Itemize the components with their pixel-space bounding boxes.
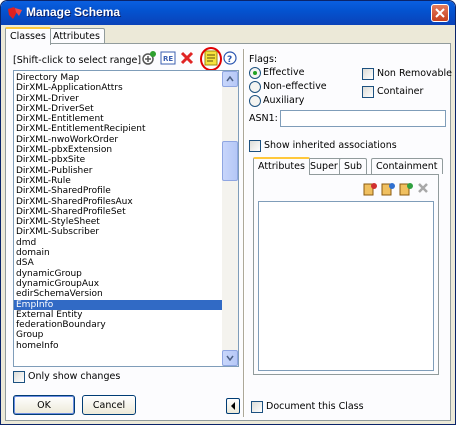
non-effective-radio[interactable] — [249, 81, 261, 93]
classes-pane: [Shift-click to select range] RE ? Direc… — [5, 43, 453, 421]
class-list-item[interactable]: DirXML-DriverSet — [14, 104, 222, 114]
triangle-left-icon — [231, 402, 235, 410]
edit-attribute-button[interactable] — [398, 181, 414, 197]
class-list-item[interactable]: dmd — [14, 238, 222, 248]
selection-hint: [Shift-click to select range] — [13, 55, 142, 66]
attributes-list[interactable] — [258, 201, 434, 371]
class-list-item[interactable]: Group — [14, 330, 222, 340]
class-list-item[interactable]: DirXML-StyleSheet — [14, 217, 222, 227]
collapse-panel-button[interactable] — [226, 398, 240, 414]
effective-label: Effective — [263, 67, 305, 78]
ok-button[interactable]: OK — [13, 395, 75, 415]
rename-class-icon: RE — [160, 51, 176, 65]
manage-schema-dialog: Manage Schema Classes Attributes [Shift-… — [0, 0, 456, 425]
class-list-item[interactable]: DirXML-EntitlementRecipient — [14, 124, 222, 134]
class-list-item[interactable]: DirXML-nwoWorkOrder — [14, 135, 222, 145]
close-button[interactable] — [431, 4, 449, 22]
class-list-item[interactable]: EmpInfo — [14, 299, 222, 310]
class-list-item[interactable]: External Entity — [14, 310, 222, 320]
subtab-containment[interactable]: Containment — [371, 158, 443, 174]
title-bar[interactable]: Manage Schema — [1, 1, 455, 25]
panel-divider — [243, 49, 245, 417]
svg-text:RE: RE — [163, 55, 173, 63]
class-list-item[interactable]: dynamicGroup — [14, 269, 222, 279]
remove-attribute-icon — [418, 183, 428, 193]
svg-text:?: ? — [227, 55, 232, 65]
non-effective-label: Non-effective — [263, 81, 327, 92]
class-list-item[interactable]: DirXML-pbxExtension — [14, 145, 222, 155]
show-inherited-label: Show inherited associations — [264, 140, 397, 151]
chevron-up-icon — [226, 76, 234, 82]
effective-radio[interactable] — [249, 67, 261, 79]
container-checkbox[interactable] — [362, 86, 374, 98]
subtab-attributes[interactable]: Attributes — [253, 157, 310, 175]
remove-attribute-button[interactable] — [416, 181, 432, 197]
document-class-label: Document this Class — [266, 401, 364, 412]
help-icon: ? — [223, 51, 237, 65]
class-list-item[interactable]: edirSchemaVersion — [14, 289, 222, 299]
class-list-item[interactable]: dynamicGroupAux — [14, 279, 222, 289]
delete-class-button[interactable] — [178, 49, 196, 67]
class-list-item[interactable]: DirXML-Entitlement — [14, 114, 222, 124]
scroll-down-button[interactable] — [222, 350, 238, 366]
auxiliary-radio[interactable] — [249, 95, 261, 107]
class-list-item[interactable]: DirXML-Subscriber — [14, 227, 222, 237]
class-list-item[interactable]: DirXML-SharedProfilesAux — [14, 197, 222, 207]
non-removable-checkbox[interactable] — [362, 68, 374, 80]
asn1-label: ASN1: — [249, 113, 278, 124]
class-list-item[interactable]: DirXML-Rule — [14, 176, 222, 186]
rename-class-button[interactable]: RE — [159, 49, 177, 67]
class-list-item[interactable]: federationBoundary — [14, 320, 222, 330]
cancel-button[interactable]: Cancel — [82, 395, 136, 415]
class-list-item[interactable]: DirXML-SharedProfileSet — [14, 207, 222, 217]
copy-attribute-icon — [381, 183, 395, 196]
class-list-scrollbar[interactable] — [222, 71, 238, 366]
scroll-up-button[interactable] — [222, 71, 238, 87]
tab-attributes[interactable]: Attributes — [48, 28, 105, 44]
add-attribute-button[interactable] — [362, 181, 378, 197]
class-list-item[interactable]: domain — [14, 248, 222, 258]
window-title: Manage Schema — [26, 5, 121, 19]
only-show-changes-label: Only show changes — [28, 371, 121, 382]
close-icon — [435, 8, 445, 18]
copy-attribute-button[interactable] — [380, 181, 396, 197]
scroll-thumb[interactable] — [222, 141, 238, 181]
container-label: Container — [377, 86, 424, 97]
class-list-item[interactable]: DirXML-ApplicationAttrs — [14, 83, 222, 93]
only-show-changes-checkbox[interactable] — [13, 371, 25, 383]
highlight-circle — [200, 47, 222, 71]
class-list-item[interactable]: DirXML-Driver — [14, 94, 222, 104]
document-class-checkbox[interactable] — [251, 401, 263, 413]
help-button[interactable]: ? — [221, 49, 239, 67]
non-removable-label: Non Removable — [377, 68, 453, 79]
class-list-item[interactable]: homeInfo — [14, 341, 222, 351]
class-list-item[interactable]: DirXML-Publisher — [14, 166, 222, 176]
add-class-button[interactable] — [140, 49, 158, 67]
add-class-icon — [142, 51, 156, 65]
edit-attribute-icon — [399, 183, 413, 196]
schema-app-icon — [8, 7, 22, 19]
subtab-super[interactable]: Super — [305, 158, 343, 174]
class-list-item[interactable]: DirXML-pbxSite — [14, 155, 222, 165]
asn1-input[interactable] — [280, 110, 446, 127]
show-inherited-checkbox[interactable] — [249, 140, 261, 152]
class-list-items: Directory Map DirXML-ApplicationAttrs DirX… — [14, 73, 222, 351]
class-list-item[interactable]: dSA — [14, 258, 222, 268]
class-list[interactable]: Directory Map DirXML-ApplicationAttrs DirX… — [13, 70, 239, 367]
add-attribute-icon — [363, 183, 377, 196]
tab-classes[interactable]: Classes — [5, 27, 51, 45]
class-list-item[interactable]: Directory Map — [14, 73, 222, 83]
chevron-down-icon — [226, 355, 234, 361]
flags-label: Flags: — [249, 54, 278, 65]
class-list-item[interactable]: DirXML-SharedProfile — [14, 186, 222, 196]
auxiliary-label: Auxiliary — [263, 95, 305, 106]
subtab-sub[interactable]: Sub — [339, 158, 368, 174]
delete-icon — [180, 51, 194, 65]
attributes-subpane — [253, 174, 439, 375]
